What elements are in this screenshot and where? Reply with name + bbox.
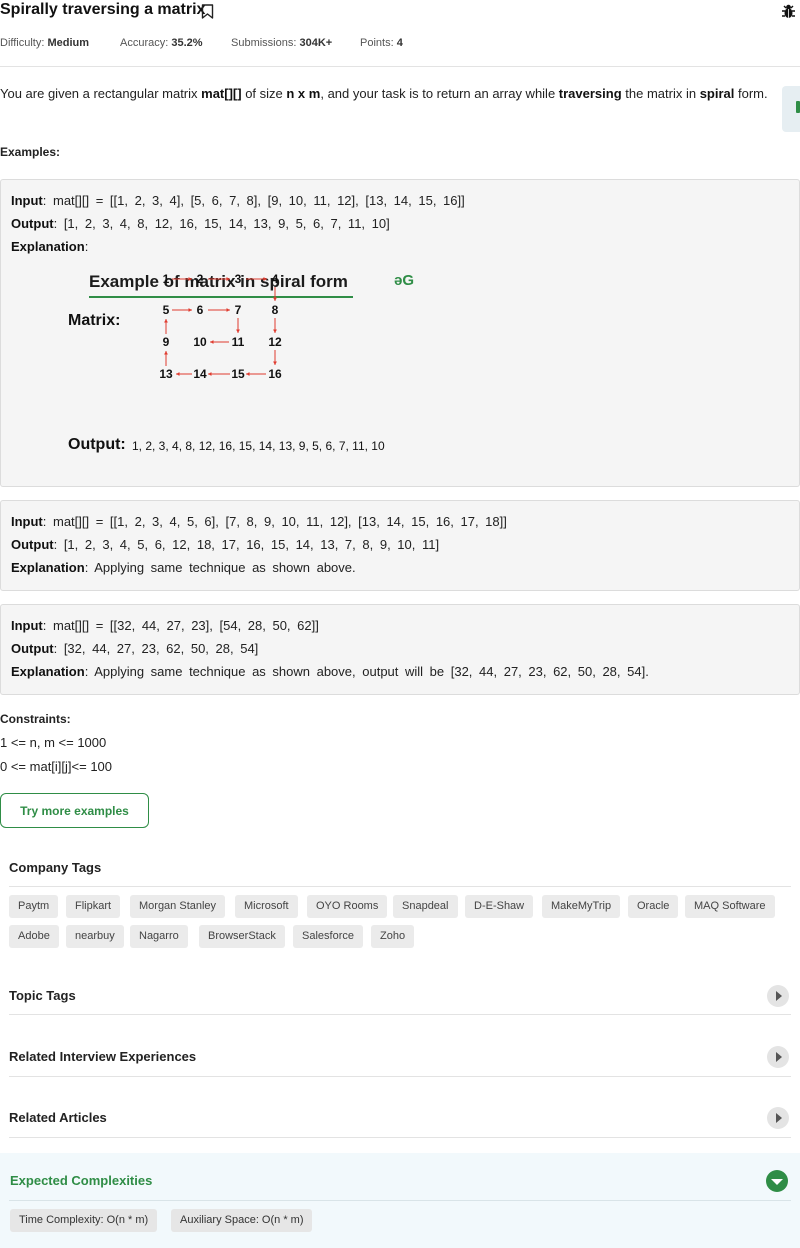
example-output: Output: [1, 2, 3, 4, 5, 6, 12, 18, 17, 1… bbox=[11, 537, 440, 552]
example-explanation: Explanation: Applying same technique as … bbox=[11, 560, 356, 575]
points-value: 4 bbox=[396, 37, 403, 49]
chevron-right-icon[interactable] bbox=[767, 1046, 789, 1068]
company-tag[interactable]: nearbuy bbox=[66, 925, 124, 948]
matrix-cell: 15 bbox=[231, 367, 245, 381]
section-divider bbox=[9, 1200, 791, 1201]
constraint-line: 0 <= mat[i][j]<= 100 bbox=[0, 759, 113, 774]
matrix-cell: 2 bbox=[196, 272, 204, 286]
examples-heading: Examples: bbox=[0, 145, 61, 159]
spiral-arrow-head bbox=[273, 297, 277, 301]
topic-tags-heading[interactable]: Topic Tags bbox=[9, 988, 76, 1003]
constraint-line: 1 <= n, m <= 1000 bbox=[0, 735, 107, 750]
example-output: Output: [32, 44, 27, 23, 62, 50, 28, 54] bbox=[11, 641, 259, 656]
company-tag[interactable]: Salesforce bbox=[293, 925, 363, 948]
expected-complexities-heading[interactable]: Expected Complexities bbox=[10, 1173, 152, 1188]
matrix-cell: 12 bbox=[268, 335, 282, 349]
matrix-cell: 7 bbox=[234, 303, 242, 317]
company-tag[interactable]: BrowserStack bbox=[199, 925, 285, 948]
spiral-matrix-figure: Example of matrix in spiral form əG Matr… bbox=[61, 266, 441, 462]
header-divider bbox=[0, 66, 800, 67]
time-complexity-tag: Time Complexity: O(n * m) bbox=[10, 1209, 158, 1232]
company-tag[interactable]: Morgan Stanley bbox=[130, 895, 226, 918]
submissions-value: 304K+ bbox=[299, 37, 333, 49]
matrix-cell: 5 bbox=[162, 303, 170, 317]
example-box-2: Input: mat[][] = [[1, 2, 3, 4, 5, 6], [7… bbox=[0, 500, 800, 591]
company-tag[interactable]: Oracle bbox=[628, 895, 679, 918]
side-panel-tab[interactable] bbox=[782, 86, 800, 132]
matrix-cell: 4 bbox=[271, 272, 279, 286]
submissions-meta: Submissions: 304K+ bbox=[231, 37, 333, 49]
accuracy-meta: Accuracy: 35.2% bbox=[120, 37, 203, 49]
matrix-cell: 8 bbox=[271, 303, 279, 317]
company-tag[interactable]: Paytm bbox=[9, 895, 59, 918]
example-output: Output: [1, 2, 3, 4, 8, 12, 16, 15, 14, … bbox=[11, 216, 390, 231]
section-divider bbox=[9, 1014, 791, 1015]
matrix-cell: 3 bbox=[234, 272, 242, 286]
chevron-down-icon[interactable] bbox=[766, 1170, 788, 1192]
spiral-arrow-head bbox=[236, 329, 240, 333]
matrix-cell: 16 bbox=[268, 367, 282, 381]
spiral-arrow-head bbox=[273, 361, 277, 365]
company-tag[interactable]: D-E-Shaw bbox=[465, 895, 534, 918]
difficulty-meta: Difficulty: Medium bbox=[0, 37, 90, 49]
spiral-arrows bbox=[164, 277, 277, 376]
example-box-3: Input: mat[][] = [[32, 44, 27, 23], [54,… bbox=[0, 604, 800, 695]
company-tag[interactable]: Flipkart bbox=[66, 895, 121, 918]
company-tag[interactable]: Adobe bbox=[9, 925, 59, 948]
company-tag[interactable]: Zoho bbox=[371, 925, 415, 948]
auxiliary-space-tag: Auxiliary Space: O(n * m) bbox=[171, 1209, 313, 1232]
example-explanation: Explanation: bbox=[11, 239, 89, 254]
matrix-cell: 9 bbox=[162, 335, 170, 349]
section-divider bbox=[9, 1137, 791, 1138]
accuracy-value: 35.2% bbox=[171, 37, 203, 49]
figure-output-label: Output: bbox=[68, 436, 126, 453]
spiral-arrow-head bbox=[164, 351, 168, 355]
points-meta: Points: 4 bbox=[360, 37, 403, 49]
company-tag[interactable]: Nagarro bbox=[130, 925, 188, 948]
matrix-cell: 11 bbox=[231, 335, 245, 349]
matrix-cell: 13 bbox=[159, 367, 173, 381]
chevron-right-icon[interactable] bbox=[767, 985, 789, 1007]
matrix-cell: 10 bbox=[193, 335, 207, 349]
spiral-arrow-head bbox=[164, 319, 168, 323]
section-divider bbox=[9, 886, 791, 887]
difficulty-value: Medium bbox=[47, 37, 90, 49]
example-input: Input: mat[][] = [[32, 44, 27, 23], [54,… bbox=[11, 618, 319, 633]
example-input: Input: mat[][] = [[1, 2, 3, 4], [5, 6, 7… bbox=[11, 193, 465, 208]
bookmark-icon[interactable] bbox=[201, 4, 214, 24]
figure-output-value: 1, 2, 3, 4, 8, 12, 16, 15, 14, 13, 9, 5,… bbox=[132, 439, 385, 453]
try-more-examples-button[interactable]: Try more examples bbox=[0, 793, 149, 828]
matrix-cell: 14 bbox=[193, 367, 207, 381]
example-box-1: Input: mat[][] = [[1, 2, 3, 4], [5, 6, 7… bbox=[0, 179, 800, 487]
company-tag[interactable]: MakeMyTrip bbox=[542, 895, 621, 918]
constraints-heading: Constraints: bbox=[0, 712, 71, 726]
matrix-cell: 1 bbox=[162, 272, 170, 286]
expected-complexities-panel: Expected Complexities Time Complexity: O… bbox=[0, 1153, 800, 1248]
problem-title: Spirally traversing a matrix bbox=[0, 1, 206, 18]
company-tag[interactable]: Microsoft bbox=[235, 895, 298, 918]
problem-description: You are given a rectangular matrix mat[]… bbox=[0, 86, 768, 101]
related-interview-experiences-heading[interactable]: Related Interview Experiences bbox=[9, 1049, 196, 1064]
section-divider bbox=[9, 1076, 791, 1077]
example-input: Input: mat[][] = [[1, 2, 3, 4, 5, 6], [7… bbox=[11, 514, 507, 529]
company-tag[interactable]: MAQ Software bbox=[685, 895, 775, 918]
report-bug-icon[interactable] bbox=[780, 3, 797, 25]
chevron-right-icon[interactable] bbox=[767, 1107, 789, 1129]
related-articles-heading[interactable]: Related Articles bbox=[9, 1110, 107, 1125]
matrix-cell: 6 bbox=[196, 303, 204, 317]
company-tag[interactable]: OYO Rooms bbox=[307, 895, 388, 918]
company-tags-heading: Company Tags bbox=[9, 860, 102, 875]
problem-header: Spirally traversing a matrix bbox=[0, 0, 800, 24]
example-explanation: Explanation: Applying same technique as … bbox=[11, 664, 649, 679]
company-tag[interactable]: Snapdeal bbox=[393, 895, 458, 918]
spiral-arrow-head bbox=[273, 329, 277, 333]
